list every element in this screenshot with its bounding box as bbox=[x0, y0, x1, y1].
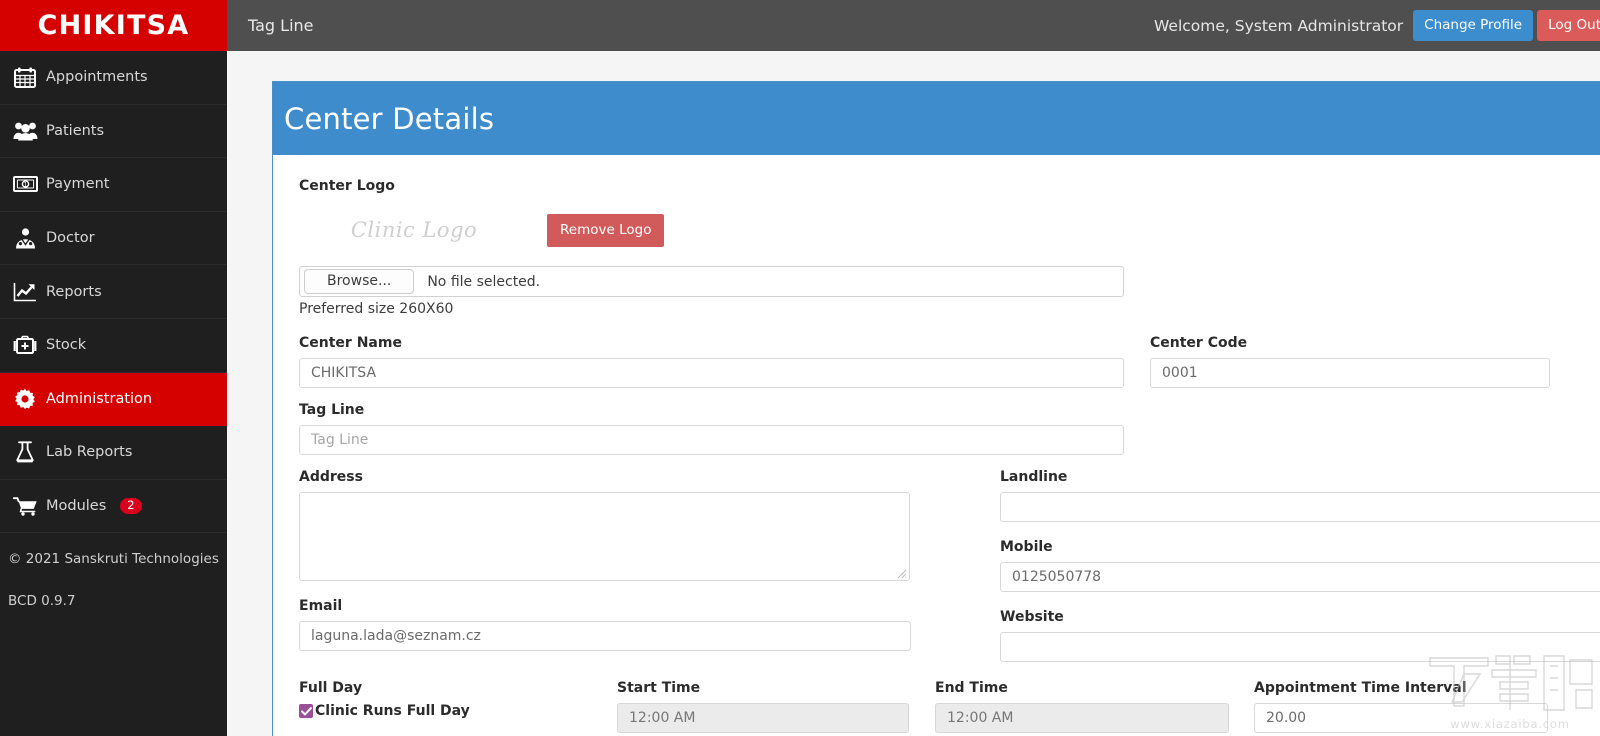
brand-logo[interactable]: CHIKITSA bbox=[0, 0, 227, 51]
application-window: CHIKITSA Appointments Patients 1 Payment bbox=[0, 0, 1600, 736]
sidebar-item-label: Payment bbox=[46, 176, 110, 193]
sidebar-item-reports[interactable]: Reports bbox=[0, 265, 227, 319]
tag-line-input[interactable]: Tag Line bbox=[299, 425, 1124, 455]
email-label: Email bbox=[299, 598, 343, 614]
welcome-message: Welcome, System Administrator bbox=[1153, 16, 1404, 35]
tag-line-label: Tag Line bbox=[299, 402, 365, 418]
schedule-row: Full Day Clinic Runs Full Day Start Time… bbox=[299, 680, 1600, 736]
sidebar-item-label: Lab Reports bbox=[46, 444, 133, 461]
start-time-input[interactable]: 12:00 AM bbox=[617, 703, 909, 733]
topbar: Tag Line Welcome, System Administrator C… bbox=[227, 0, 1600, 51]
center-details-form: Center Logo Clinic Logo Remove Logo Brow… bbox=[273, 155, 1600, 736]
tagline-row: Tag Line Tag Line bbox=[299, 402, 1600, 455]
end-time-label: End Time bbox=[935, 680, 1008, 696]
center-code-group: Center Code 0001 bbox=[1150, 335, 1550, 388]
appointment-interval-input[interactable]: 20.00 bbox=[1254, 703, 1548, 733]
clinic-logo-image: Clinic Logo bbox=[350, 218, 478, 242]
panel-header: Center Details bbox=[273, 82, 1600, 155]
modules-badge: 2 bbox=[120, 497, 142, 515]
sidebar-item-label: Modules bbox=[46, 498, 107, 515]
contact-column: Landline Mobile 0125050778 Website bbox=[1000, 469, 1600, 662]
banknote-icon: 1 bbox=[8, 171, 42, 197]
full-day-checkbox-label: Clinic Runs Full Day bbox=[315, 703, 470, 719]
sidebar: CHIKITSA Appointments Patients 1 Payment bbox=[0, 0, 227, 736]
website-input[interactable] bbox=[1000, 632, 1600, 662]
full-day-label: Full Day bbox=[299, 680, 363, 696]
mobile-input[interactable]: 0125050778 bbox=[1000, 562, 1600, 592]
end-time-input[interactable]: 12:00 AM bbox=[935, 703, 1229, 733]
website-label: Website bbox=[1000, 609, 1064, 625]
brand-name: CHIKITSA bbox=[37, 10, 190, 41]
tagline-group: Tag Line Tag Line bbox=[299, 402, 1124, 455]
remove-logo-button[interactable]: Remove Logo bbox=[547, 213, 665, 247]
center-name-group: Center Name CHIKITSA bbox=[299, 335, 1124, 388]
browse-button[interactable]: Browse... bbox=[304, 269, 415, 294]
calendar-icon bbox=[8, 64, 42, 90]
mobile-label: Mobile bbox=[1000, 539, 1053, 555]
medical-kit-icon bbox=[8, 332, 42, 358]
doctor-icon bbox=[8, 225, 42, 251]
appointment-interval-label: Appointment Time Interval bbox=[1254, 680, 1467, 696]
resize-handle-icon[interactable] bbox=[897, 569, 907, 579]
sidebar-copyright: © 2021 Sanskruti Technologies bbox=[8, 551, 219, 568]
center-details-panel: Center Details Center Logo Clinic Logo R… bbox=[272, 81, 1600, 736]
svg-text:1: 1 bbox=[23, 182, 27, 189]
logo-row: Clinic Logo Remove Logo bbox=[299, 210, 1600, 250]
file-status-text: No file selected. bbox=[427, 273, 541, 290]
users-icon bbox=[8, 118, 42, 144]
sidebar-item-administration[interactable]: Administration bbox=[0, 372, 227, 427]
end-time-group: End Time 12:00 AM bbox=[935, 680, 1229, 736]
topbar-user-area: Welcome, System Administrator Change Pro… bbox=[1154, 0, 1600, 51]
sidebar-item-modules[interactable]: Modules 2 bbox=[0, 480, 227, 534]
center-name-input[interactable]: CHIKITSA bbox=[299, 358, 1124, 388]
start-time-label: Start Time bbox=[617, 680, 701, 696]
sidebar-item-label: Appointments bbox=[46, 69, 148, 86]
sidebar-version: BCD 0.9.7 bbox=[8, 593, 76, 610]
change-profile-button[interactable]: Change Profile bbox=[1413, 9, 1534, 42]
chart-line-icon bbox=[8, 279, 42, 305]
sidebar-item-label: Reports bbox=[46, 283, 102, 300]
logo-file-input[interactable]: Browse... No file selected. bbox=[299, 266, 1124, 297]
sidebar-item-stock[interactable]: Stock bbox=[0, 319, 227, 373]
center-name-label: Center Name bbox=[299, 335, 402, 351]
landline-label: Landline bbox=[1000, 469, 1068, 485]
sidebar-item-lab-reports[interactable]: Lab Reports bbox=[0, 426, 227, 480]
center-code-label: Center Code bbox=[1150, 335, 1248, 351]
sidebar-item-label: Patients bbox=[46, 122, 105, 139]
address-textarea[interactable] bbox=[299, 492, 910, 581]
center-code-input[interactable]: 0001 bbox=[1150, 358, 1550, 388]
name-code-row: Center Name CHIKITSA Center Code 0001 bbox=[299, 335, 1600, 388]
address-email-column: Address Email laguna.lada@seznam.cz bbox=[299, 469, 974, 662]
full-day-checkbox-row[interactable]: Clinic Runs Full Day bbox=[299, 703, 591, 719]
full-day-group: Full Day Clinic Runs Full Day bbox=[299, 680, 591, 736]
sidebar-item-label: Doctor bbox=[46, 230, 95, 247]
full-day-checkbox[interactable] bbox=[299, 704, 313, 718]
email-input[interactable]: laguna.lada@seznam.cz bbox=[299, 621, 911, 651]
start-time-group: Start Time 12:00 AM bbox=[617, 680, 909, 736]
sidebar-item-doctor[interactable]: Doctor bbox=[0, 212, 227, 266]
address-label: Address bbox=[299, 469, 363, 485]
address-contact-row: Address Email laguna.lada@seznam.cz Land… bbox=[299, 469, 1600, 662]
sidebar-item-payment[interactable]: 1 Payment bbox=[0, 158, 227, 212]
appointment-interval-group: Appointment Time Interval 20.00 (in minu… bbox=[1254, 680, 1548, 736]
flask-icon bbox=[8, 439, 42, 465]
topbar-tagline: Tag Line bbox=[248, 16, 314, 35]
logout-button[interactable]: Log Out bbox=[1537, 9, 1600, 42]
content-area: Center Details Center Logo Clinic Logo R… bbox=[227, 51, 1600, 736]
sidebar-item-label: Administration bbox=[46, 390, 153, 407]
preferred-size-hint: Preferred size 260X60 bbox=[299, 301, 454, 317]
sidebar-item-appointments[interactable]: Appointments bbox=[0, 51, 227, 105]
sidebar-item-label: Stock bbox=[46, 337, 87, 354]
cart-icon bbox=[8, 493, 42, 519]
sidebar-item-patients[interactable]: Patients bbox=[0, 105, 227, 159]
landline-input[interactable] bbox=[1000, 492, 1600, 522]
center-logo-label: Center Logo bbox=[299, 178, 395, 194]
page-title: Center Details bbox=[284, 101, 495, 136]
gear-icon bbox=[8, 386, 42, 412]
